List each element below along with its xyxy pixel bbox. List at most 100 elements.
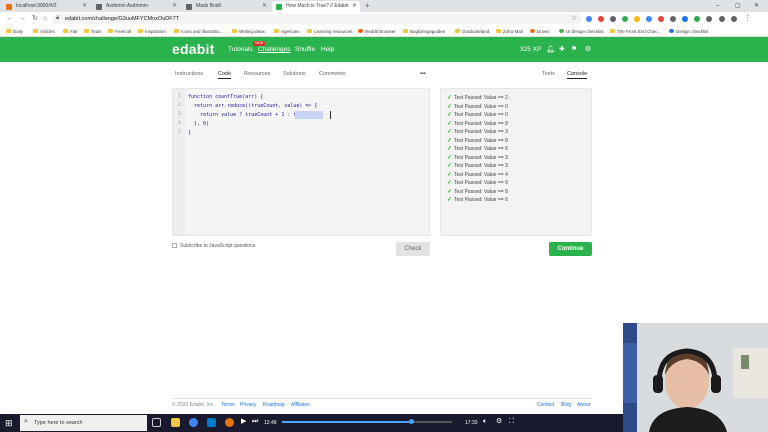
task-view-icon[interactable] <box>152 418 161 427</box>
extension-icon[interactable] <box>706 16 712 22</box>
extension-icon[interactable] <box>670 16 676 22</box>
bookmark-item[interactable]: Design checklist <box>669 26 709 37</box>
tab-code[interactable]: Code <box>218 70 232 79</box>
extension-icon[interactable] <box>694 16 700 22</box>
tab-instructions[interactable]: Instructions <box>175 70 203 78</box>
footer-link-contact[interactable]: Contact <box>537 401 554 409</box>
bookmark-star-icon[interactable]: ☆ <box>571 14 577 24</box>
check-button[interactable]: Check <box>396 242 430 256</box>
close-tab-icon[interactable]: ✕ <box>172 1 177 12</box>
bookmark-item[interactable]: The Front End Chec... <box>610 26 661 37</box>
maximize-button[interactable]: ▢ <box>735 0 741 12</box>
tab-resources[interactable]: Resources <box>244 70 270 78</box>
bookmark-item[interactable]: Icons and illustratio... <box>174 26 223 37</box>
footer-link-affiliates[interactable]: Affiliates <box>291 401 310 409</box>
bookmark-item[interactable]: Freecoll <box>108 26 131 37</box>
footer-link-roadmap[interactable]: Roadmap <box>263 401 285 409</box>
bookmark-item[interactable]: Fak <box>63 26 78 37</box>
app-icon[interactable] <box>225 418 234 427</box>
puzzle-icon[interactable] <box>719 16 725 22</box>
minimize-button[interactable]: – <box>716 0 719 12</box>
bookmark-item[interactable]: Articles <box>33 26 55 37</box>
checkbox-icon[interactable] <box>172 243 177 249</box>
bookmark-item[interactable]: Learning resources <box>307 26 353 37</box>
browser-tab[interactable]: Asdomm Asdmmm ✕ <box>92 1 180 12</box>
test-result: ✓ Test Passed: Value == 0 <box>447 112 508 118</box>
close-tab-icon[interactable]: ✕ <box>82 1 87 12</box>
folder-icon <box>530 29 535 33</box>
media-progress-fill <box>282 421 412 423</box>
browser-tab[interactable]: Mads Bodil ✕ <box>182 1 270 12</box>
home-icon[interactable]: ⌂ <box>43 14 47 24</box>
bookmark-item[interactable]: Reddit Browser <box>358 26 396 37</box>
subscribe-checkbox[interactable]: Subscribe to JavaScript questions <box>172 242 255 250</box>
extension-icon[interactable] <box>610 16 616 22</box>
footer-link-privacy[interactable]: Privacy <box>240 401 256 409</box>
chrome-icon[interactable] <box>189 418 198 427</box>
file-explorer-icon[interactable] <box>171 418 180 427</box>
bookmark-item[interactable]: Graduateland <box>455 26 489 37</box>
footer-link-blog[interactable]: Blog <box>561 401 571 409</box>
bookmark-item[interactable]: Writing ideas <box>232 26 265 37</box>
edabit-logo[interactable]: edabit <box>172 41 214 57</box>
fullscreen-icon[interactable]: ⛶ <box>509 416 514 428</box>
bookmark-item[interactable]: Dovec <box>530 26 550 37</box>
vscode-icon[interactable] <box>207 418 216 427</box>
bookmark-item[interactable]: Tools <box>84 26 102 37</box>
extension-icon[interactable] <box>622 16 628 22</box>
media-current-time: 12:49 <box>264 420 277 426</box>
close-tab-icon[interactable]: ✕ <box>352 1 357 12</box>
media-progress-bar[interactable] <box>282 421 452 423</box>
plus-icon[interactable]: ✚ <box>559 45 565 53</box>
nav-help[interactable]: Help <box>321 46 334 54</box>
tab-tests[interactable]: Tests <box>542 70 555 78</box>
nav-shuffle[interactable]: Shuffle <box>295 46 315 54</box>
bookmark-item[interactable]: Daily <box>6 26 23 37</box>
extension-icon[interactable] <box>598 16 604 22</box>
skip-icon[interactable]: ⏭ <box>252 416 258 428</box>
extension-icon[interactable] <box>682 16 688 22</box>
taskbar-search-input[interactable]: ⌕ Type here to search <box>20 415 147 431</box>
url-input[interactable]: 🔒︎ edabit.com/challenge/G3uuMFYCMnxOuDF7… <box>52 14 582 24</box>
extension-icon[interactable] <box>586 16 592 22</box>
browser-tab-active[interactable]: How Much is True? // Edabit ✕ <box>272 1 360 12</box>
footer-link-about[interactable]: About <box>577 401 590 409</box>
tab-comments[interactable]: Comments <box>319 70 346 78</box>
tab-console[interactable]: Console <box>567 70 588 79</box>
profile-avatar[interactable] <box>731 16 737 22</box>
bookmark-item[interactable]: Bogføringsguiden <box>403 26 445 37</box>
continue-button[interactable]: Continue <box>549 242 592 256</box>
bookmark-item[interactable]: Zoho Mail <box>496 26 523 37</box>
nav-tutorials[interactable]: Tutorials <box>228 46 253 54</box>
code-editor[interactable]: 1 2 3 4 5 function countTrue(arr) { retu… <box>172 88 430 236</box>
code-line[interactable]: }, 0) <box>188 120 209 128</box>
extension-icon[interactable] <box>646 16 652 22</box>
new-tab-button[interactable]: + <box>365 0 370 12</box>
settings-icon[interactable]: ⚙ <box>585 45 591 53</box>
bookmark-item[interactable]: UI design checklist <box>559 26 604 37</box>
back-arrow-icon[interactable]: ← <box>6 14 13 24</box>
browser-tab[interactable]: localhost:3000/#/2 ✕ <box>2 1 90 12</box>
code-line[interactable]: } <box>188 129 191 137</box>
settings-icon[interactable]: ⚙ <box>496 416 502 428</box>
bookmark-item[interactable]: Inspiration <box>138 26 166 37</box>
play-icon[interactable]: ▶ <box>241 416 246 428</box>
tab-solutions[interactable]: Solutions <box>283 70 306 78</box>
reload-icon[interactable]: ↻ <box>32 14 38 24</box>
bell-icon[interactable]: 🔔︎ <box>546 45 555 53</box>
extension-icon[interactable] <box>634 16 640 22</box>
bookmark-item[interactable]: Agencies <box>274 26 300 37</box>
volume-icon[interactable]: 🔈︎ <box>483 416 487 428</box>
more-menu-icon[interactable]: ••• <box>420 70 426 78</box>
code-line[interactable]: return arr.reduce((trueCount, value) => … <box>188 102 317 110</box>
windows-start-icon[interactable]: ⊞ <box>5 418 13 429</box>
footer-link-terms[interactable]: Terms <box>221 401 235 409</box>
kebab-menu-icon[interactable]: ⋮ <box>744 14 751 24</box>
extension-icon[interactable] <box>658 16 664 22</box>
code-line[interactable]: function countTrue(arr) { <box>188 93 263 101</box>
nav-challenges[interactable]: Challenges <box>258 46 291 54</box>
forward-arrow-icon[interactable]: → <box>19 14 26 24</box>
close-window-button[interactable]: ✕ <box>754 0 759 12</box>
flag-icon[interactable]: ⚑ <box>571 45 577 53</box>
close-tab-icon[interactable]: ✕ <box>262 1 267 12</box>
